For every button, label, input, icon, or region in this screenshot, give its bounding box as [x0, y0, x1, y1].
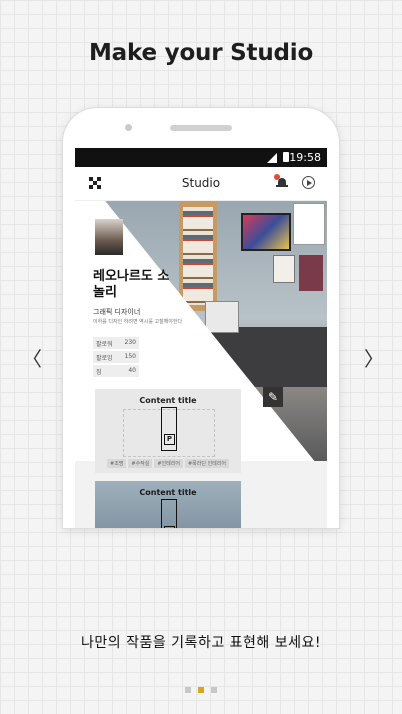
tagline: 나만의 작품을 기록하고 표현해 보세요!: [81, 635, 321, 651]
status-bar: 19:58: [75, 148, 327, 167]
tag[interactable]: #폭라딘 인테리어: [184, 459, 229, 468]
tag[interactable]: #조명: [107, 459, 127, 468]
headline: Make your Studio: [88, 40, 314, 66]
studio-content: ✎ 레오나르도 소놀리 그래픽 디자이너 이하를 디자인 하려면 역시를 고찰해…: [75, 201, 327, 528]
notification-dot: [274, 174, 280, 180]
wall-art: [299, 255, 323, 291]
profile-description: 이하를 디자인 하려면 역시를 고찰해야한다: [93, 319, 183, 325]
wall-art: [293, 203, 325, 245]
wall-art: [273, 255, 295, 283]
stat-value: 40: [128, 367, 136, 374]
stat-label: 팔로워: [96, 341, 113, 348]
avatar[interactable]: [95, 219, 123, 255]
phone-speaker: [170, 125, 232, 131]
stat-value: 230: [124, 339, 136, 346]
tag[interactable]: #인테리어: [154, 459, 183, 468]
profile-name: 레오나르도 소놀리: [93, 269, 170, 300]
app-title: Studio: [181, 176, 221, 190]
stat-items[interactable]: 짐 40: [93, 365, 139, 377]
signal-icon: [267, 153, 277, 163]
phone-camera: [125, 124, 132, 131]
page-indicator: [185, 678, 224, 693]
profile-role: 그래픽 디자이너: [93, 308, 141, 316]
edit-pencil-icon[interactable]: ✎: [263, 387, 283, 407]
card-tags: #조명 #수작실 #인테리어 #폭라딘 인테리어: [107, 459, 237, 468]
bookshelf-image: [179, 201, 217, 311]
phone-screen: 19:58 Studio ✎ 레오나르도 소놀리 그래픽 디자이너 이하를 디자…: [75, 148, 327, 528]
content-card[interactable]: Content title: [95, 481, 241, 528]
app-bar: Studio: [75, 167, 327, 201]
stat-value: 150: [124, 353, 136, 360]
prev-arrow-button[interactable]: 〈: [22, 343, 42, 372]
battery-icon: [283, 152, 289, 162]
status-time: 19:58: [289, 151, 321, 164]
stat-label: 팔로잉: [96, 355, 113, 362]
monitor-image: [205, 301, 239, 333]
stat-following[interactable]: 팔로잉 150: [93, 351, 139, 363]
page-dot-active[interactable]: [198, 687, 204, 693]
card-logo-mark: [161, 407, 177, 451]
stat-label: 짐: [96, 369, 102, 376]
page-dot[interactable]: [185, 687, 191, 693]
card-logo-mark: [161, 499, 177, 528]
content-card[interactable]: Content title #조명#수작실#인테리어#폭라딘 인테리어: [95, 389, 241, 473]
page-dot[interactable]: [211, 687, 217, 693]
content-card-title: Content title: [139, 396, 197, 405]
wall-art: [241, 213, 291, 251]
content-card-title: Content title: [139, 488, 197, 497]
tag[interactable]: #수작실: [128, 459, 153, 468]
play-icon[interactable]: [302, 176, 315, 189]
notification-bell-icon[interactable]: [274, 174, 288, 190]
stat-followers[interactable]: 팔로워 230: [93, 337, 139, 349]
phone-mockup: 19:58 Studio ✎ 레오나르도 소놀리 그래픽 디자이너 이하를 디자…: [63, 108, 339, 528]
next-arrow-button[interactable]: 〉: [364, 343, 384, 372]
